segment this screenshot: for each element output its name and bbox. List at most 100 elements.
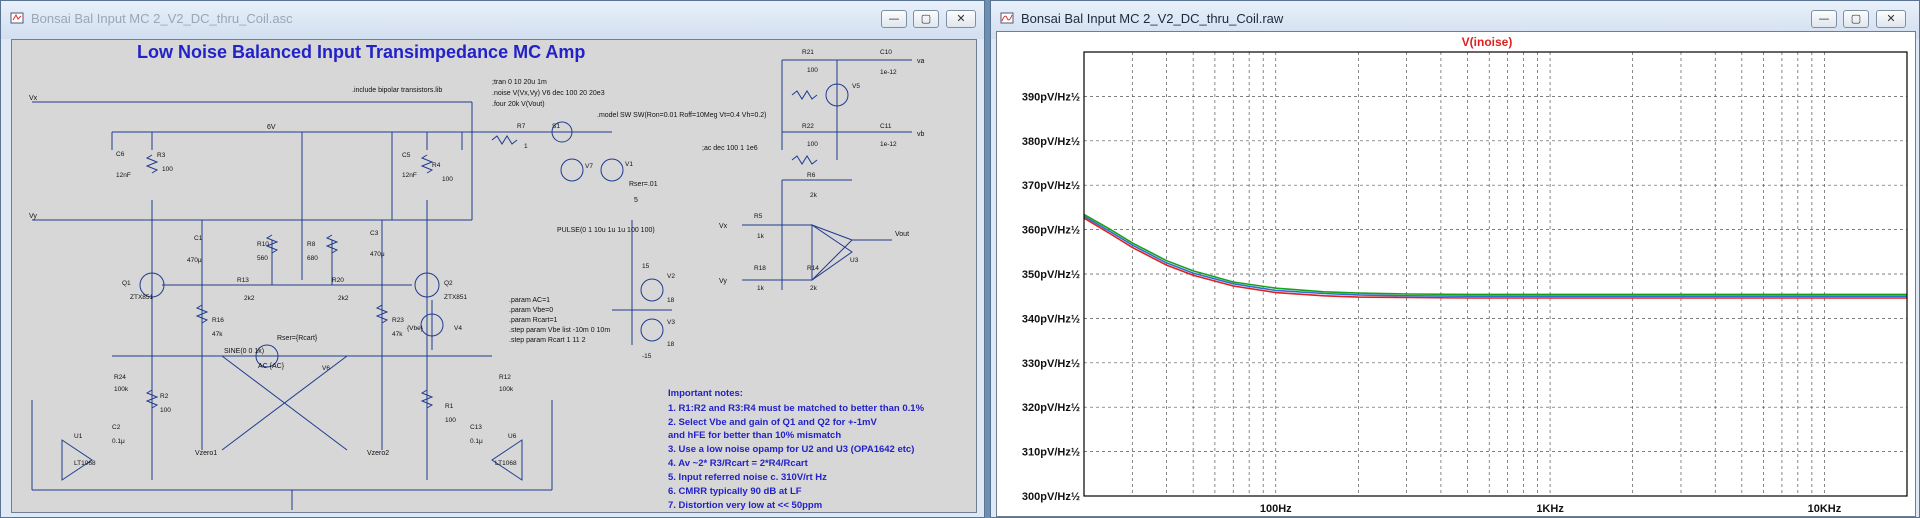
net-vx: Vx — [29, 95, 38, 102]
part-r7: R7 — [517, 123, 526, 130]
supply-plus-label: 15 — [642, 263, 650, 270]
schematic-titlebar[interactable]: Bonsai Bal Input MC 2_V2_DC_thru_Coil.as… — [1, 1, 984, 39]
y-tick-label: 330pV/Hz½ — [1022, 358, 1080, 370]
net-vout: Vout — [895, 231, 909, 238]
part-c3: C3 — [370, 230, 379, 237]
part-r14: R14 — [807, 265, 819, 272]
schematic-window[interactable]: Bonsai Bal Input MC 2_V2_DC_thru_Coil.as… — [0, 0, 985, 518]
pulse-value: PULSE(0 1 10u 1u 1u 100 100) — [557, 227, 655, 234]
y-tick-label: 340pV/Hz½ — [1022, 313, 1080, 325]
part-r7-value: 1 — [524, 143, 528, 150]
maximize-button[interactable]: ▢ — [913, 10, 939, 28]
part-r2: R2 — [160, 393, 169, 400]
plot-pane[interactable]: V(inoise) 390pV/Hz½ 380pV/Hz½ 370pV/Hz½ 360… — [996, 31, 1916, 517]
part-r18-value: 1k — [757, 285, 765, 292]
waveform-window-title: Bonsai Bal Input MC 2_V2_DC_thru_Coil.ra… — [1021, 11, 1284, 26]
part-c5-value: 12nF — [402, 172, 417, 179]
param-line-1: .param AC=1 — [509, 297, 550, 304]
schematic-window-title: Bonsai Bal Input MC 2_V2_DC_thru_Coil.as… — [31, 11, 293, 26]
y-tick-label: 310pV/Hz½ — [1022, 447, 1080, 459]
part-r20: R20 — [332, 277, 344, 284]
part-r10-value: 560 — [257, 255, 268, 262]
part-r20-value: 2k2 — [338, 295, 349, 302]
part-r4-value: 100 — [442, 176, 453, 183]
param-line-4: .step param Vbe list -10m 0 10m — [509, 327, 610, 334]
y-tick-label: 320pV/Hz½ — [1022, 402, 1080, 414]
part-v1: V1 — [625, 161, 633, 168]
ac-source-value: AC {AC} — [258, 363, 285, 370]
part-r1: R1 — [445, 403, 454, 410]
part-r3-value: 100 — [162, 166, 173, 173]
y-tick-label: 390pV/Hz½ — [1022, 91, 1080, 103]
model-directive: .model SW SW(Ron=0.01 Roff=10Meg Vt=0.4 … — [597, 112, 767, 119]
part-v3-value: 18 — [667, 341, 675, 348]
part-r24-value: 100k — [114, 386, 129, 393]
part-vbe: {Vbe} — [407, 325, 424, 332]
net-vy: Vy — [29, 213, 37, 220]
part-u1: U1 — [74, 433, 83, 440]
schematic-drawing[interactable]: Low Noise Balanced Input Transimpedance … — [12, 40, 977, 513]
part-r12-value: 100k — [499, 386, 514, 393]
part-r13: R13 — [237, 277, 249, 284]
part-r14-value: 2k — [810, 285, 818, 292]
y-tick-label: 360pV/Hz½ — [1022, 225, 1080, 237]
noise-plot[interactable]: V(inoise) 390pV/Hz½ 380pV/Hz½ 370pV/Hz½ 360… — [997, 32, 1916, 517]
part-c1-value: 470μ — [187, 257, 202, 264]
part-v2: V2 — [667, 273, 675, 280]
close-button[interactable]: ✕ — [1876, 10, 1906, 28]
part-v5: V5 — [852, 83, 860, 90]
part-r16-value: 47k — [212, 331, 223, 338]
part-r16: R16 — [212, 317, 224, 324]
note-7: 6. CMRR typically 90 dB at LF — [668, 486, 802, 497]
part-u3: U3 — [850, 257, 859, 264]
schematic-canvas[interactable]: Low Noise Balanced Input Transimpedance … — [11, 39, 977, 513]
part-r23-value: 47k — [392, 331, 403, 338]
part-c13: C13 — [470, 424, 482, 431]
part-v3: V3 — [667, 319, 675, 326]
net-vy-2: Vy — [719, 278, 727, 285]
directive-line-1: ;tran 0 10 20u 1m — [492, 79, 547, 86]
x-tick-label: 10KHz — [1808, 503, 1842, 515]
trace-label[interactable]: V(inoise) — [1462, 35, 1513, 49]
part-r5-value: 1k — [757, 233, 765, 240]
sine-value: SINE(0 0 1k) — [224, 348, 264, 355]
rser2-value: Rser=.01 — [629, 181, 658, 188]
net-6v: 6V — [267, 124, 276, 131]
part-r4: R4 — [432, 162, 441, 169]
part-u1-model: LT1068 — [74, 460, 96, 467]
net-va: va — [917, 58, 925, 65]
x-tick-label: 100Hz — [1260, 503, 1292, 515]
part-r22-value: 100 — [807, 141, 818, 148]
note-1: 1. R1:R2 and R3:R4 must be matched to be… — [668, 403, 925, 414]
maximize-button[interactable]: ▢ — [1843, 10, 1869, 28]
part-v4: V4 — [454, 325, 462, 332]
rser-value: Rser={Rcart} — [277, 335, 318, 342]
v1-value: 5 — [634, 197, 638, 204]
supply-minus-label: -15 — [642, 353, 652, 360]
part-r21-value: 100 — [807, 67, 818, 74]
noise-trace-2[interactable] — [1083, 213, 1907, 296]
part-v6: V6 — [322, 365, 330, 372]
ac-directive: ;ac dec 100 1 1e6 — [702, 145, 758, 152]
minimize-button[interactable]: — — [1811, 10, 1837, 28]
param-line-2: .param Vbe=0 — [509, 307, 553, 314]
note-5: 4. Av ~2* R3/Rcart = 2*R4/Rcart — [668, 458, 809, 469]
close-button[interactable]: ✕ — [946, 10, 976, 28]
part-r12: R12 — [499, 374, 511, 381]
noise-trace-1[interactable] — [1083, 215, 1907, 298]
part-r1-value: 100 — [445, 417, 456, 424]
part-c6: C6 — [116, 151, 125, 158]
part-c6-value: 12nF — [116, 172, 131, 179]
part-q1-model: ZTX851 — [130, 294, 154, 301]
part-r23: R23 — [392, 317, 404, 324]
part-c11-value: 1e-12 — [880, 141, 897, 148]
part-c2-value: 0.1μ — [112, 438, 125, 445]
part-c11: C11 — [880, 123, 892, 130]
part-r6: R6 — [807, 172, 816, 179]
waveform-window[interactable]: Bonsai Bal Input MC 2_V2_DC_thru_Coil.ra… — [990, 0, 1920, 518]
part-r10: R10 — [257, 241, 269, 248]
part-r21: R21 — [802, 49, 814, 56]
noise-trace-3[interactable] — [1083, 217, 1907, 299]
part-u6-model: LT1068 — [495, 460, 517, 467]
minimize-button[interactable]: — — [881, 10, 907, 28]
